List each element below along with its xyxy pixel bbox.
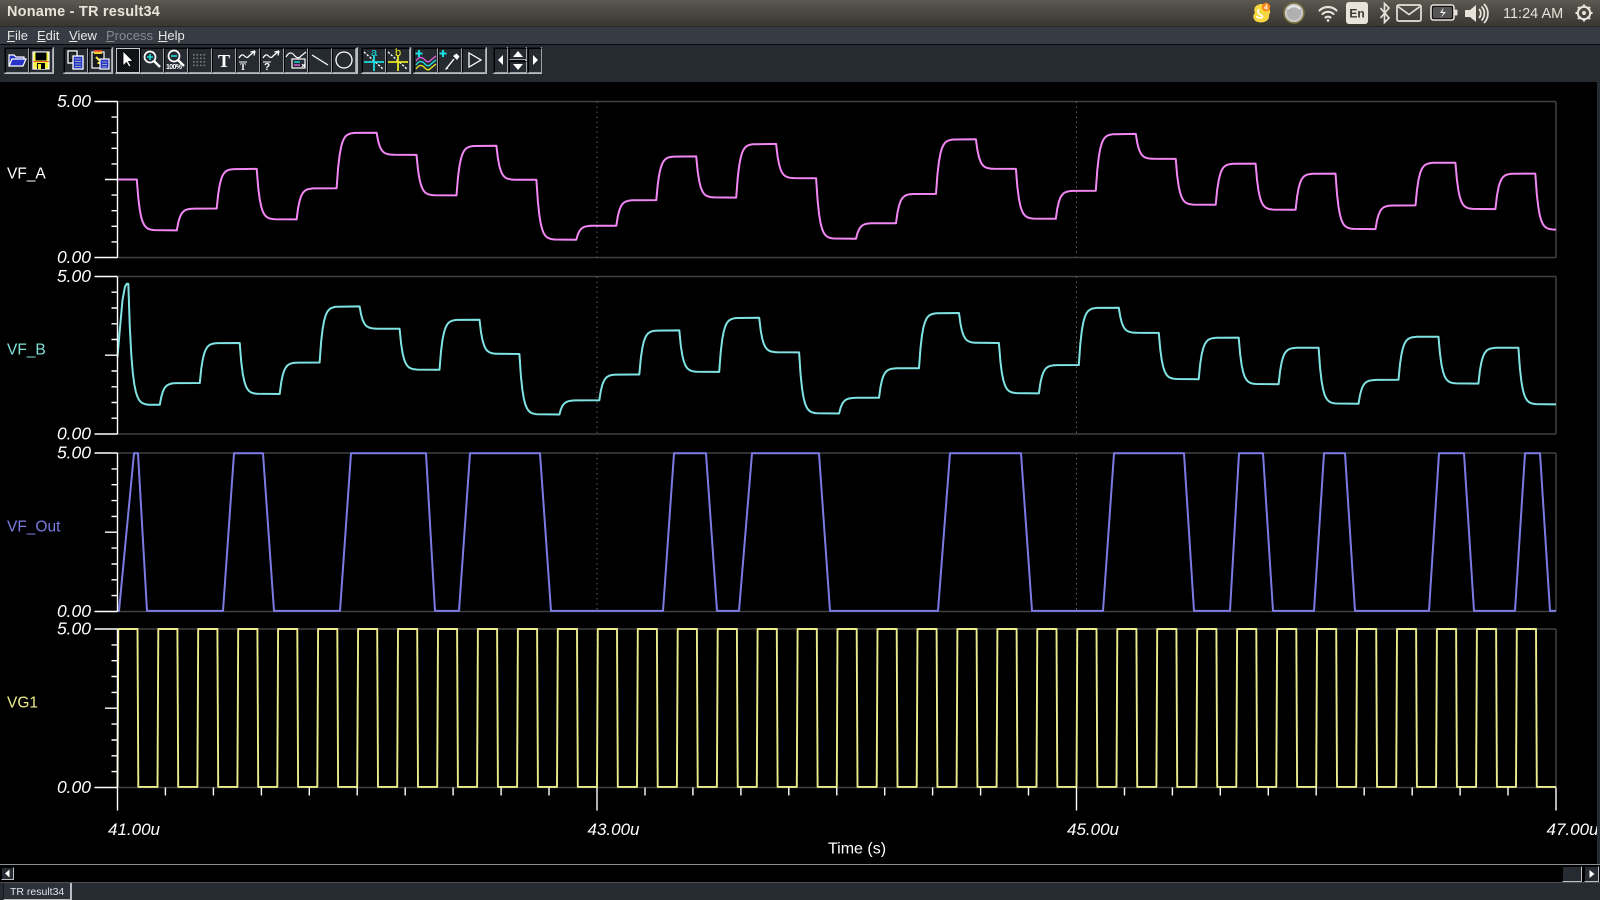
svg-text:0.00: 0.00 [57,247,91,267]
svg-text:?: ? [264,62,270,72]
svg-text:T: T [218,51,230,71]
svg-text:41.00u: 41.00u [108,820,161,839]
svg-text:5.00: 5.00 [57,91,91,111]
svg-text:En: En [1349,7,1364,21]
svg-text:Time (s): Time (s) [828,841,886,858]
svg-text:5.00: 5.00 [57,266,91,286]
svg-text:0.00: 0.00 [57,777,91,797]
svg-text:4: 4 [1264,5,1268,12]
svg-text:100%: 100% [166,64,183,71]
svg-text:5.00: 5.00 [57,443,91,463]
svg-text:b: b [395,48,401,59]
svg-text:VG1: VG1 [7,694,38,711]
svg-text:45.00u: 45.00u [1067,820,1120,839]
svg-text:0.00: 0.00 [57,424,91,444]
svg-text:5.00: 5.00 [57,619,91,639]
svg-text:11:24 AM: 11:24 AM [1503,6,1563,22]
svg-text:43.00u: 43.00u [588,820,641,839]
svg-text:47.00u: 47.00u [1547,820,1600,839]
svg-text:VF_A: VF_A [7,166,46,183]
svg-text:a: a [371,48,378,59]
svg-text:VF_B: VF_B [7,341,46,358]
svg-text:VF_Out: VF_Out [7,518,61,535]
svg-text:T: T [240,62,246,72]
